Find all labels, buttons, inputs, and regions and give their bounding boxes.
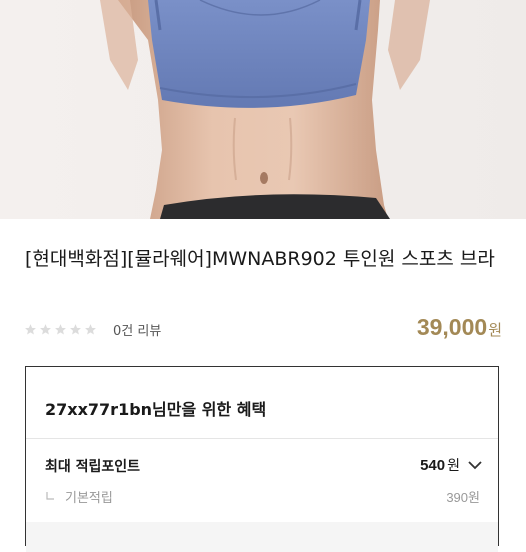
base-point-unit: 원 <box>468 491 480 506</box>
max-point-unit: 원 <box>447 458 460 474</box>
product-title: [현대백화점][뮬라웨어]MWNABR902 투인원 스포츠 브라 <box>25 248 495 270</box>
price-unit: 원 <box>488 321 502 339</box>
card-divider <box>26 438 498 439</box>
max-point-toggle[interactable]: 540 원 <box>420 455 482 475</box>
price-value: 39,000 <box>416 314 488 340</box>
benefit-card: 27xx77r1bn님만을 위한 혜택 최대 적립포인트 540 원 기본적립 … <box>25 366 499 552</box>
star-icon <box>85 324 96 335</box>
review-count-link[interactable]: 0건 리뷰 <box>113 320 161 339</box>
star-icon <box>25 324 36 335</box>
max-point-label: 최대 적립포인트 <box>45 459 141 475</box>
card-bottom-section <box>26 522 498 552</box>
star-icon <box>70 324 81 335</box>
base-point-value: 390 <box>446 490 469 505</box>
base-point-row: 기본적립 390원 <box>46 487 480 506</box>
base-point-amount: 390원 <box>446 487 480 506</box>
rating-stars <box>24 323 97 336</box>
rating-row[interactable]: 0건 리뷰 <box>24 320 161 339</box>
star-icon <box>55 324 66 335</box>
star-icon <box>40 324 51 335</box>
product-price: 39,000 원 <box>417 314 502 341</box>
benefit-title: 27xx77r1bn님만을 위한 혜택 <box>45 400 267 419</box>
max-point-value: 540 <box>420 456 446 474</box>
corner-down-right-icon <box>46 491 54 500</box>
product-image[interactable] <box>0 0 526 219</box>
chevron-down-icon[interactable] <box>468 460 482 470</box>
base-point-label: 기본적립 <box>65 491 113 506</box>
